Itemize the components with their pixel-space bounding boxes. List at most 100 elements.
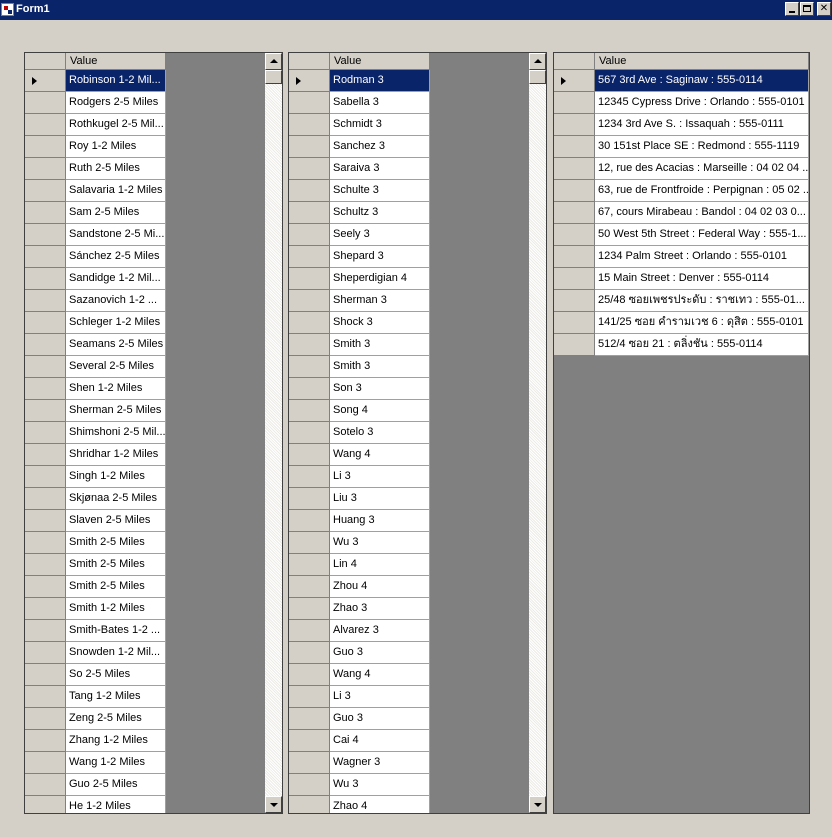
row-header[interactable] [289, 312, 330, 334]
table-row[interactable]: Sherman 3 [289, 290, 430, 312]
row-header[interactable] [25, 752, 66, 774]
data-grid-3[interactable]: Value 567 3rd Ave : Saginaw : 555-0114 12… [553, 52, 810, 814]
row-header[interactable] [25, 224, 66, 246]
row-header[interactable] [25, 642, 66, 664]
value-cell[interactable]: Shridhar 1-2 Miles [66, 444, 166, 466]
current-row-indicator[interactable] [554, 70, 595, 92]
table-row[interactable]: Cai 4 [289, 730, 430, 752]
row-header[interactable] [289, 92, 330, 114]
row-header[interactable] [289, 664, 330, 686]
value-cell[interactable]: Singh 1-2 Miles [66, 466, 166, 488]
table-row[interactable]: 141/25 ซอย คำรามเวช 6 : ดุสิต : 555-0101 [554, 312, 809, 334]
table-row[interactable]: Sheperdigian 4 [289, 268, 430, 290]
table-row[interactable]: 512/4 ซอย 21 : ตลิ่งชัน : 555-0114 [554, 334, 809, 356]
value-cell[interactable]: 12, rue des Acacias : Marseille : 04 02 … [595, 158, 809, 180]
row-header[interactable] [289, 224, 330, 246]
table-row[interactable]: Roy 1-2 Miles [25, 136, 166, 158]
row-header[interactable] [289, 400, 330, 422]
row-header[interactable] [25, 774, 66, 796]
value-cell[interactable]: Sazanovich 1-2 ... [66, 290, 166, 312]
value-cell[interactable]: Smith-Bates 1-2 ... [66, 620, 166, 642]
row-header[interactable] [289, 422, 330, 444]
row-header[interactable] [554, 268, 595, 290]
row-header[interactable] [25, 598, 66, 620]
row-header[interactable] [289, 576, 330, 598]
value-cell[interactable]: Sabella 3 [330, 92, 430, 114]
table-row[interactable]: Guo 2-5 Miles [25, 774, 166, 796]
value-cell[interactable]: Son 3 [330, 378, 430, 400]
row-header[interactable] [554, 136, 595, 158]
value-cell[interactable]: Wu 3 [330, 774, 430, 796]
value-cell[interactable]: Seamans 2-5 Miles [66, 334, 166, 356]
table-row[interactable]: Singh 1-2 Miles [25, 466, 166, 488]
table-row[interactable]: Salavaria 1-2 Miles [25, 180, 166, 202]
value-cell[interactable]: Schulte 3 [330, 180, 430, 202]
row-header[interactable] [289, 730, 330, 752]
row-header[interactable] [289, 378, 330, 400]
close-button[interactable]: ✕ [817, 2, 831, 16]
table-row[interactable]: Wang 1-2 Miles [25, 752, 166, 774]
value-cell[interactable]: Wang 4 [330, 444, 430, 466]
row-header[interactable] [554, 92, 595, 114]
table-row[interactable]: Several 2-5 Miles [25, 356, 166, 378]
vertical-scrollbar[interactable] [529, 53, 546, 813]
title-bar[interactable]: Form1 ✕ [0, 0, 832, 20]
value-cell[interactable]: Saraiva 3 [330, 158, 430, 180]
table-row[interactable]: Sherman 2-5 Miles [25, 400, 166, 422]
table-row[interactable]: Sánchez 2-5 Miles [25, 246, 166, 268]
row-header[interactable] [554, 224, 595, 246]
value-cell[interactable]: Sánchez 2-5 Miles [66, 246, 166, 268]
row-header[interactable] [25, 202, 66, 224]
value-cell[interactable]: Zhou 4 [330, 576, 430, 598]
table-row[interactable]: Guo 3 [289, 642, 430, 664]
value-cell[interactable]: Shen 1-2 Miles [66, 378, 166, 400]
row-header[interactable] [25, 290, 66, 312]
value-cell[interactable]: 15 Main Street : Denver : 555-0114 [595, 268, 809, 290]
value-column-header[interactable]: Value [66, 53, 166, 70]
row-header[interactable] [554, 290, 595, 312]
value-cell[interactable]: 12345 Cypress Drive : Orlando : 555-0101 [595, 92, 809, 114]
table-row[interactable]: Shimshoni 2-5 Mil... [25, 422, 166, 444]
row-header[interactable] [289, 510, 330, 532]
value-cell[interactable]: Lin 4 [330, 554, 430, 576]
row-header[interactable] [289, 180, 330, 202]
table-row[interactable]: Sotelo 3 [289, 422, 430, 444]
table-row[interactable]: Smith 3 [289, 334, 430, 356]
row-header[interactable] [554, 334, 595, 356]
value-cell[interactable]: Sam 2-5 Miles [66, 202, 166, 224]
table-row[interactable]: Schleger 1-2 Miles [25, 312, 166, 334]
row-header[interactable] [25, 312, 66, 334]
table-row[interactable]: Snowden 1-2 Mil... [25, 642, 166, 664]
vertical-scrollbar[interactable] [265, 53, 282, 813]
row-header[interactable] [289, 202, 330, 224]
row-header[interactable] [25, 246, 66, 268]
table-row[interactable]: Slaven 2-5 Miles [25, 510, 166, 532]
table-row[interactable]: Lin 4 [289, 554, 430, 576]
table-row[interactable]: Smith 3 [289, 356, 430, 378]
row-header[interactable] [289, 532, 330, 554]
row-header[interactable] [289, 444, 330, 466]
scroll-thumb[interactable] [529, 70, 546, 84]
grid-corner-header[interactable] [289, 53, 330, 70]
row-header[interactable] [25, 554, 66, 576]
table-row[interactable]: Smith-Bates 1-2 ... [25, 620, 166, 642]
row-header[interactable] [554, 246, 595, 268]
row-header[interactable] [289, 598, 330, 620]
value-cell[interactable]: Zhao 4 [330, 796, 430, 813]
minimize-button[interactable] [785, 2, 799, 16]
table-row[interactable]: 1234 Palm Street : Orlando : 555-0101 [554, 246, 809, 268]
row-header[interactable] [289, 752, 330, 774]
row-header[interactable] [289, 114, 330, 136]
value-cell[interactable]: 1234 3rd Ave S. : Issaquah : 555-0111 [595, 114, 809, 136]
table-row[interactable]: 30 151st Place SE : Redmond : 555-1119 [554, 136, 809, 158]
grid-corner-header[interactable] [25, 53, 66, 70]
row-header[interactable] [554, 158, 595, 180]
table-row[interactable]: Zhang 1-2 Miles [25, 730, 166, 752]
row-header[interactable] [25, 268, 66, 290]
row-header[interactable] [289, 334, 330, 356]
row-header[interactable] [289, 268, 330, 290]
table-row[interactable]: Song 4 [289, 400, 430, 422]
table-row[interactable]: Zhao 3 [289, 598, 430, 620]
value-cell[interactable]: 63, rue de Frontfroide : Perpignan : 05 … [595, 180, 809, 202]
row-header[interactable] [289, 554, 330, 576]
